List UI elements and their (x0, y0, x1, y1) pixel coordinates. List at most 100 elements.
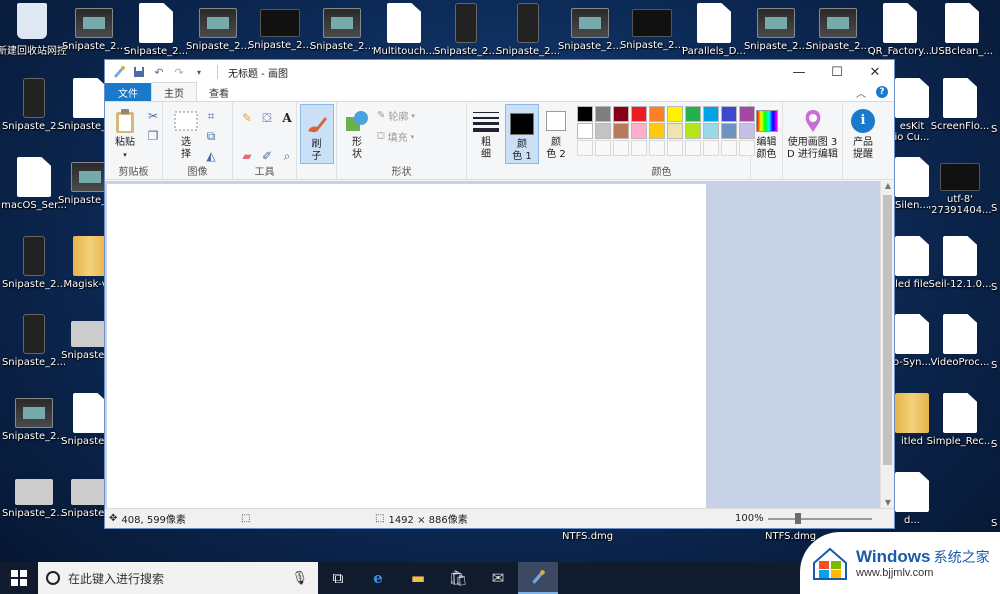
paste-dropdown-icon: ▾ (123, 151, 127, 159)
color-swatch[interactable] (613, 106, 629, 122)
color-swatch[interactable] (577, 106, 593, 122)
close-button[interactable]: ✕ (856, 60, 894, 84)
zoom-slider-knob[interactable] (795, 513, 801, 524)
desktop-icon[interactable]: 新建回收站网控 (0, 3, 67, 73)
desktop-icon[interactable]: Seil-12.1.0... (928, 236, 992, 306)
color-picker-icon[interactable]: ✐ (259, 148, 275, 164)
custom-color-swatch[interactable] (703, 140, 719, 156)
tab-file[interactable]: 文件 (105, 83, 151, 101)
vertical-scrollbar[interactable]: ▲ ▼ (880, 181, 894, 510)
color-swatch[interactable] (685, 123, 701, 139)
text-icon[interactable]: A (279, 110, 295, 126)
color-swatch[interactable] (631, 106, 647, 122)
task-view-icon[interactable]: ⧉ (318, 562, 358, 594)
redo-icon[interactable]: ↷ (171, 64, 187, 80)
desktop-icon[interactable]: Snipaste_2... (2, 393, 66, 463)
paint-taskbar-icon[interactable] (518, 562, 558, 594)
copy-icon[interactable]: ❐ (145, 128, 161, 144)
color-swatch[interactable] (685, 106, 701, 122)
edit-colors-button[interactable]: 编辑 颜色 (751, 102, 782, 180)
image-size-icon: ⬚ (375, 513, 385, 524)
custom-color-swatch[interactable] (721, 140, 737, 156)
file-thumbnail-icon (73, 236, 107, 276)
custom-color-swatch[interactable] (631, 140, 647, 156)
edge-icon[interactable]: e (358, 562, 398, 594)
desktop-icon[interactable]: utf-8' '27391404... (928, 157, 992, 227)
desktop-icon[interactable]: VideoProc... (928, 314, 992, 384)
drawing-canvas[interactable] (107, 184, 706, 510)
help-icon[interactable]: ? (876, 86, 888, 98)
color-swatch[interactable] (631, 123, 647, 139)
color-swatch[interactable] (613, 123, 629, 139)
resize-icon[interactable]: ⧉ (203, 128, 219, 144)
color1-label: 颜 色 1 (512, 139, 532, 162)
brushes-button[interactable]: 刷 子 (299, 104, 334, 164)
pencil-icon[interactable]: ✎ (239, 110, 255, 126)
scrollbar-thumb[interactable] (883, 195, 892, 465)
desktop-icon-label: Snipaste_2... (1, 357, 67, 368)
tab-home[interactable]: 主页 (151, 82, 197, 101)
color-swatch[interactable] (667, 123, 683, 139)
eraser-icon[interactable]: ▰ (239, 148, 255, 164)
group-product: i 产品 提醒 (843, 102, 883, 180)
fill-button[interactable]: ⛋ 填充 ▾ (377, 129, 415, 144)
custom-color-swatch[interactable] (667, 140, 683, 156)
start-button[interactable] (0, 562, 38, 594)
cut-icon[interactable]: ✂ (145, 108, 161, 124)
store-icon[interactable]: 🛍 (438, 562, 478, 594)
color-swatch[interactable] (667, 106, 683, 122)
custom-color-swatch[interactable] (595, 140, 611, 156)
color-swatch[interactable] (649, 106, 665, 122)
color-swatch[interactable] (721, 106, 737, 122)
crop-icon[interactable]: ⌗ (203, 108, 219, 124)
custom-color-swatch[interactable] (685, 140, 701, 156)
color-swatch[interactable] (577, 123, 593, 139)
save-icon[interactable] (131, 64, 147, 80)
file-explorer-icon[interactable]: ▬ (398, 562, 438, 594)
watermark-url: www.bjjmlv.com (856, 567, 934, 579)
desktop-icon[interactable]: USBclean_... (930, 3, 994, 73)
rotate-icon[interactable]: ◭ (203, 148, 219, 164)
desktop-icon[interactable]: Snipaste_2... (2, 78, 66, 148)
quick-access-dropdown-icon[interactable]: ▾ (191, 64, 207, 80)
desktop-icon[interactable]: Snipaste_2... (2, 472, 66, 542)
color-swatch[interactable] (703, 123, 719, 139)
tab-view[interactable]: 查看 (197, 83, 241, 101)
taskbar-search[interactable]: 在此键入进行搜索 🎙 (38, 562, 318, 594)
custom-color-swatch[interactable] (613, 140, 629, 156)
mail-icon[interactable]: ✉ (478, 562, 518, 594)
fill-bucket-icon[interactable]: ⛋ (259, 110, 275, 126)
desktop-icon[interactable]: macOS_Ser... (1, 157, 67, 227)
scroll-up-icon[interactable]: ▲ (881, 181, 895, 193)
desktop-icon[interactable]: Simple_Rec... (927, 393, 993, 463)
desktop-icon[interactable]: Snipaste_2... (2, 236, 66, 306)
microphone-icon[interactable]: 🎙 (291, 571, 308, 586)
custom-color-swatch[interactable] (649, 140, 665, 156)
file-thumbnail-icon (895, 314, 929, 354)
size-button[interactable]: 粗 细 (467, 102, 505, 179)
color-swatch[interactable] (595, 106, 611, 122)
desktop-icon-label: Snipaste_2... (743, 41, 809, 52)
outline-button[interactable]: ✎ 轮廓 ▾ (377, 108, 415, 123)
desktop-icon[interactable]: Snipaste_2... (2, 314, 66, 384)
color-swatch[interactable] (649, 123, 665, 139)
title-bar: ↶ ↷ ▾ 无标题 - 画图 — ☐ ✕ (105, 60, 894, 84)
paint3d-button[interactable]: 使用画图 3 D 进行编辑 (783, 102, 842, 180)
color2-button[interactable]: 颜 色 2 (539, 102, 573, 179)
zoom-slider-track[interactable] (768, 518, 872, 520)
color-swatch[interactable] (595, 123, 611, 139)
color-swatch[interactable] (721, 123, 737, 139)
shapes-icon (342, 107, 372, 135)
magnifier-icon[interactable]: ⌕ (279, 148, 295, 164)
color1-button[interactable]: 颜 色 1 (505, 104, 539, 164)
color-swatch[interactable] (703, 106, 719, 122)
collapse-ribbon-icon[interactable]: ︿ (856, 85, 866, 100)
desktop-icon[interactable]: ScreenFlo... (928, 78, 992, 148)
desktop-icon-label: Parallels_D... (682, 46, 746, 57)
undo-icon[interactable]: ↶ (151, 64, 167, 80)
file-thumbnail-icon (15, 398, 53, 428)
custom-color-swatch[interactable] (577, 140, 593, 156)
product-alert-button[interactable]: i 产品 提醒 (843, 102, 883, 180)
minimize-button[interactable]: — (780, 60, 818, 84)
maximize-button[interactable]: ☐ (818, 60, 856, 84)
